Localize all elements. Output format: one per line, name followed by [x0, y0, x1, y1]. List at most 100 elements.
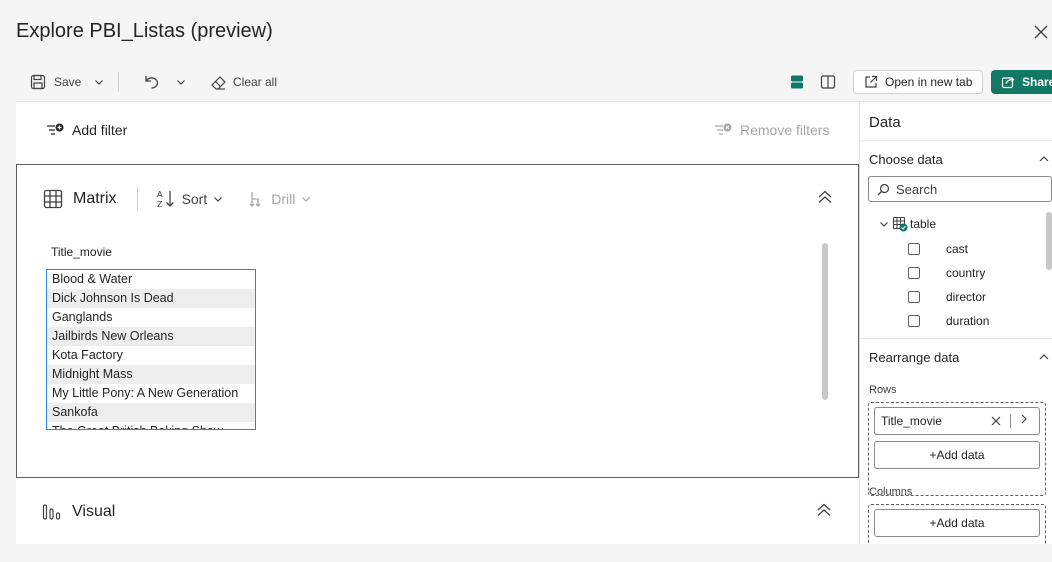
share-icon [1001, 77, 1015, 89]
visual-section-header: Visual [42, 502, 115, 522]
collapse-rearrange-button[interactable] [1038, 350, 1050, 368]
field-checkbox[interactable] [908, 315, 920, 327]
matrix-row[interactable]: Kota Factory [47, 346, 255, 365]
pill-separator [1010, 414, 1011, 428]
chevron-right-icon [1021, 414, 1027, 424]
remove-filter-icon [715, 123, 732, 135]
chevron-double-up-icon [817, 503, 831, 516]
table-icon [892, 216, 908, 232]
choose-data-title: Choose data [869, 152, 943, 167]
matrix-row[interactable]: My Little Pony: A New Generation [47, 384, 255, 403]
sort-label: Sort [181, 191, 208, 207]
search-input[interactable]: Search [868, 176, 1052, 202]
eraser-icon [211, 75, 226, 90]
matrix-row[interactable]: Dick Johnson Is Dead [47, 289, 255, 308]
field-options-button[interactable] [1019, 413, 1029, 428]
rows-well[interactable]: Title_movie +Add data [868, 402, 1046, 496]
remove-filters-button[interactable]: Remove filters [714, 122, 829, 138]
drill-button[interactable]: Drill [247, 190, 311, 208]
undo-button[interactable] [142, 68, 160, 96]
remove-field-button[interactable] [991, 414, 1001, 429]
matrix-body[interactable]: Blood & Water Dick Johnson Is Dead Gangl… [46, 269, 256, 430]
field-label: director [946, 290, 987, 304]
add-filter-label: Add filter [72, 122, 128, 138]
data-pane-scrollbar[interactable] [1046, 212, 1052, 270]
matrix-card[interactable]: Matrix AZ Sort Drill Title_movie Blood &… [16, 164, 859, 478]
close-icon [991, 416, 1001, 426]
collapse-choose-data-button[interactable] [1038, 152, 1050, 170]
matrix-column-header: Title_movie [51, 245, 112, 259]
share-button[interactable]: Share [991, 70, 1052, 94]
open-in-new-tab-button[interactable]: Open in new tab [853, 70, 983, 94]
data-pane-title: Data [869, 114, 901, 131]
remove-filters-label: Remove filters [740, 122, 830, 138]
divider [860, 140, 1052, 141]
filter-bar: Add filter Remove filters [16, 102, 859, 164]
matrix-icon [43, 189, 63, 209]
columns-label: Columns [869, 486, 913, 498]
matrix-scrollbar[interactable] [822, 243, 828, 400]
clear-all-button[interactable]: Clear all [210, 68, 277, 96]
collapse-matrix-button[interactable] [817, 189, 833, 210]
chevron-up-icon [1039, 156, 1049, 162]
layout-stacked-button[interactable] [789, 68, 805, 96]
table-name: table [910, 217, 937, 231]
rearrange-data-title: Rearrange data [869, 350, 960, 365]
field-cast[interactable]: cast [908, 242, 968, 256]
data-pane: Data Choose data Search table cast count… [859, 101, 1052, 544]
open-external-icon [865, 75, 878, 88]
row-field-label: Title_movie [881, 414, 942, 428]
add-filter-icon [47, 123, 64, 135]
sort-az-icon: AZ [157, 190, 174, 209]
svg-text:A: A [157, 190, 163, 199]
chevron-double-up-icon [818, 190, 832, 203]
layout-split-icon [820, 75, 836, 89]
close-icon [1034, 25, 1048, 39]
row-field-pill[interactable]: Title_movie [874, 407, 1040, 435]
field-checkbox[interactable] [908, 267, 920, 279]
add-row-data-button[interactable]: +Add data [874, 441, 1040, 469]
drill-label: Drill [271, 191, 296, 207]
matrix-row[interactable]: The Great British Baking Show [47, 422, 255, 429]
save-button[interactable]: Save [30, 68, 81, 96]
field-country[interactable]: country [908, 266, 985, 280]
canvas-area: Add filter Remove filters Matrix AZ Sort… [16, 101, 859, 544]
chevron-down-icon [214, 197, 223, 202]
field-checkbox[interactable] [908, 243, 920, 255]
chevron-down-icon [95, 80, 103, 85]
matrix-row[interactable]: Blood & Water [47, 270, 255, 289]
field-director[interactable]: director [908, 290, 986, 304]
add-filter-button[interactable]: Add filter [46, 122, 127, 138]
save-options-dropdown[interactable] [94, 68, 104, 96]
layout-split-button[interactable] [820, 68, 836, 96]
save-icon [30, 74, 46, 90]
columns-well[interactable]: +Add data [868, 504, 1046, 544]
field-checkbox[interactable] [908, 291, 920, 303]
search-placeholder: Search [896, 181, 938, 197]
layout-stacked-icon [791, 75, 803, 89]
add-column-data-button[interactable]: +Add data [874, 509, 1040, 537]
field-duration[interactable]: duration [908, 314, 989, 328]
chevron-down-icon [880, 222, 888, 227]
close-button[interactable] [1034, 24, 1052, 42]
collapse-visual-button[interactable] [816, 502, 832, 523]
toolbar: Save Clear all Open in new tab Share [16, 68, 1052, 96]
svg-text:Z: Z [157, 200, 163, 209]
field-label: cast [946, 242, 969, 256]
matrix-row[interactable]: Midnight Mass [47, 365, 255, 384]
sort-button[interactable]: AZ Sort [156, 189, 224, 209]
clear-all-label: Clear all [233, 75, 278, 89]
matrix-row[interactable]: Sankofa [47, 403, 255, 422]
matrix-title: Matrix [73, 190, 117, 207]
matrix-row[interactable]: Jailbirds New Orleans [47, 327, 255, 346]
chevron-down-icon [302, 197, 311, 202]
matrix-row[interactable]: Ganglands [47, 308, 255, 327]
field-label: duration [946, 314, 990, 328]
chevron-up-icon [1039, 354, 1049, 360]
undo-options-dropdown[interactable] [176, 68, 186, 96]
rows-label: Rows [869, 384, 897, 396]
matrix-card-header: Matrix AZ Sort Drill [43, 187, 311, 211]
drill-icon [249, 192, 261, 207]
save-label: Save [54, 75, 82, 89]
tree-table-node[interactable]: table [879, 216, 936, 232]
